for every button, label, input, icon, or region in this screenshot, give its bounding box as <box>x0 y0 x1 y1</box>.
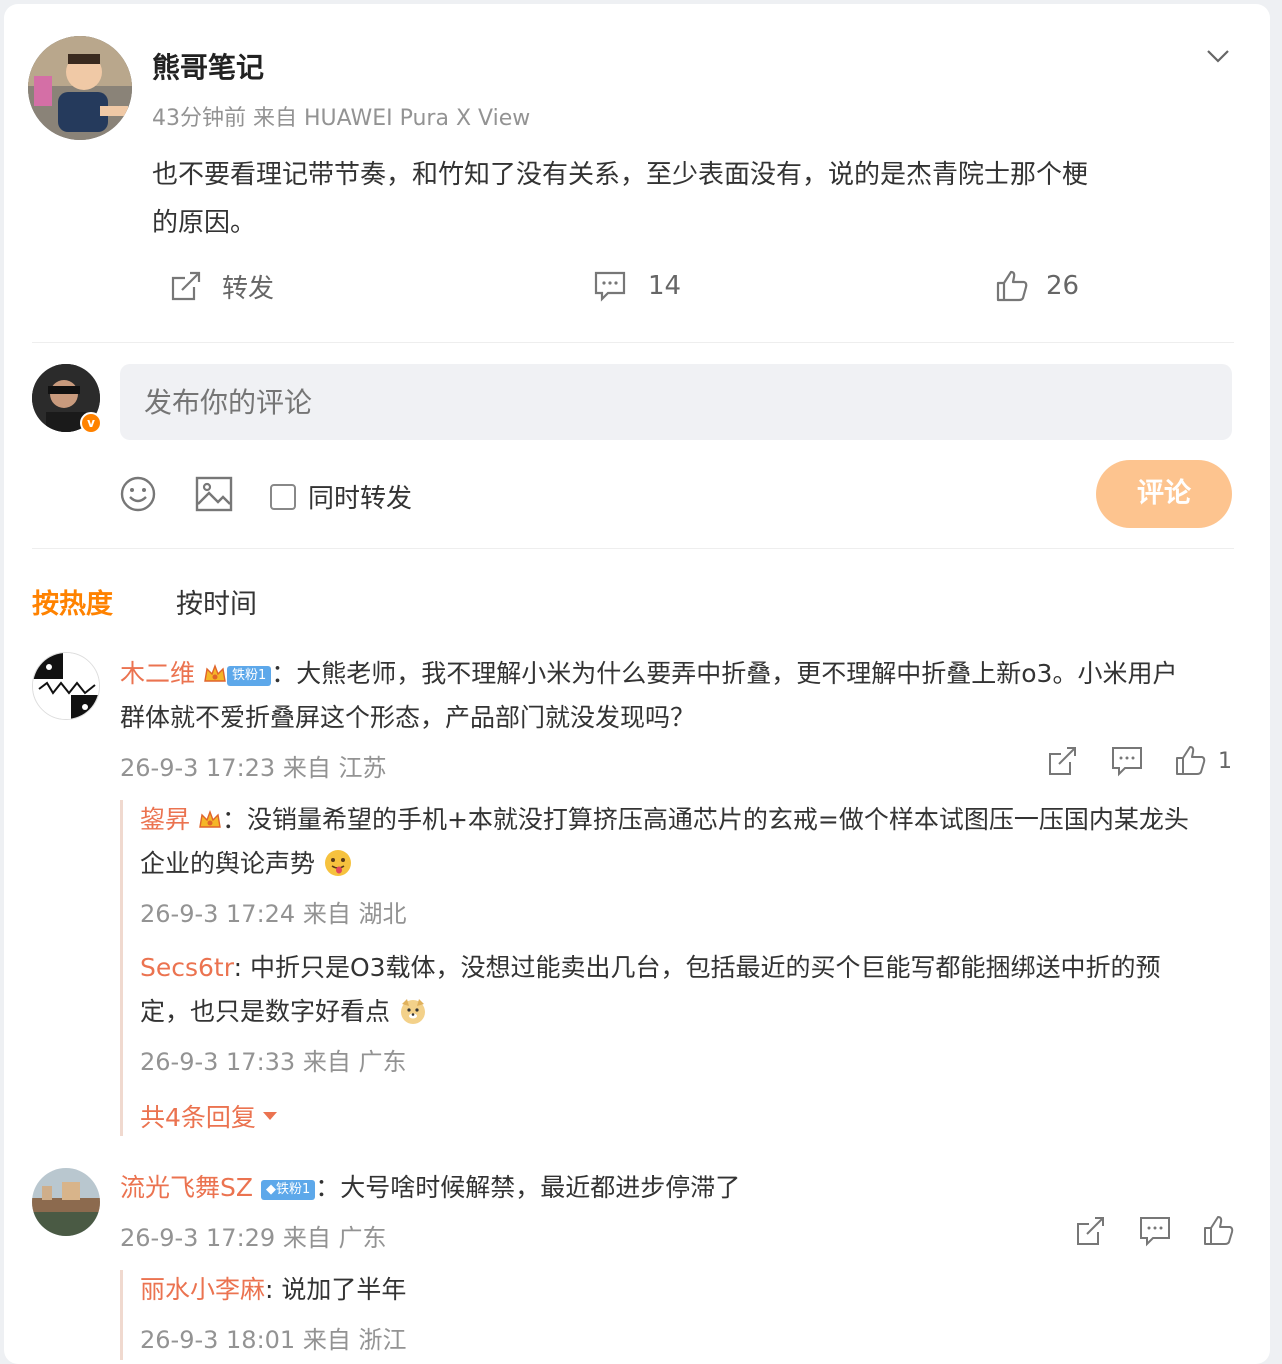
replier-name[interactable]: 鋆昇 <box>140 805 190 834</box>
reply-text-line1: ：没销量希望的手机+本就没打算挤压高通芯片的玄戒=做个样本试图压一压国内某龙头 <box>221 805 1189 834</box>
replier-name[interactable]: Secs6tr <box>140 953 234 982</box>
author-avatar[interactable] <box>28 36 132 140</box>
replier-name[interactable]: 丽水小李麻 <box>140 1275 265 1304</box>
reply-text-line2-wrap: 企业的舆论声势 <box>140 844 353 890</box>
comment-text-line1: ：大熊老师，我不理解小米为什么要弄中折叠，更不理解中折叠上新o3。小米用户 <box>271 659 1178 688</box>
crown-icon <box>203 657 227 682</box>
repost-label: 转发 <box>222 273 275 304</box>
commenter-avatar[interactable] <box>32 1168 100 1236</box>
reply-text-line2: 企业的舆论声势 <box>140 849 316 878</box>
post-text-line1: 也不要看理记带节奏，和竹知了没有关系，至少表面没有，说的是杰青院士那个梗 <box>152 160 1089 190</box>
comment-like-button[interactable]: 1 <box>1174 744 1232 778</box>
commenter-name[interactable]: 流光飞舞SZ <box>120 1173 253 1202</box>
reply-meta: 26-9-3 18:01 来自 浙江 <box>140 1326 407 1354</box>
comment-icon <box>592 268 628 304</box>
share-icon[interactable] <box>1074 1214 1108 1248</box>
repost-icon <box>168 268 204 304</box>
reply-icon[interactable] <box>1110 744 1144 778</box>
submit-comment-button[interactable]: 评论 <box>1096 460 1232 528</box>
thumbs-up-icon <box>1174 744 1208 778</box>
comment-text-line1: ：大号啥时候解禁，最近都进步停滞了 <box>315 1173 741 1202</box>
comment-text-line2: 群体就不爱折叠屏这个形态，产品部门就没发现吗？ <box>120 703 696 732</box>
emoji-icon[interactable] <box>118 474 158 514</box>
tab-sort-hot[interactable]: 按热度 <box>32 582 113 621</box>
more-replies-link[interactable]: 共4条回复 <box>140 1098 278 1134</box>
divider <box>32 342 1234 343</box>
reply-text-line1: : 说加了半年 <box>265 1275 407 1304</box>
fan-badge-label: 铁粉1 <box>275 1182 311 1197</box>
commenter-avatar[interactable] <box>32 652 100 720</box>
reply-text-line2-wrap: 定，也只是数字好看点 <box>140 992 428 1038</box>
like-button[interactable]: 26 <box>994 266 1079 306</box>
fan-badge: 铁粉1 <box>226 666 272 686</box>
comment-body: 流光飞舞SZ ◆铁粉1 ：大号啥时候解禁，最近都进步停滞了 <box>120 1168 740 1208</box>
commenter-name[interactable]: 木二维 <box>120 659 195 688</box>
like-count: 26 <box>1046 271 1080 301</box>
comment-count: 14 <box>648 271 682 301</box>
crown-icon <box>198 803 222 828</box>
post-card: 熊哥笔记 43分钟前 来自 HUAWEI Pura X View 也不要看理记带… <box>4 4 1270 1364</box>
chevron-down-icon[interactable] <box>1204 42 1232 70</box>
reply-thread-bar <box>120 800 123 1136</box>
more-replies-label: 共4条回复 <box>140 1103 256 1132</box>
also-repost-checkbox[interactable]: 同时转发 <box>270 478 412 515</box>
reply-body: 丽水小李麻: 说加了半年 <box>140 1270 406 1310</box>
divider <box>32 548 1234 549</box>
comment-input[interactable] <box>120 364 1232 440</box>
doge-emoji-icon <box>398 996 428 1038</box>
reply-meta: 26-9-3 17:33 来自 广东 <box>140 1048 407 1076</box>
reply-text-line2: 定，也只是数字好看点 <box>140 997 391 1026</box>
reply-icon[interactable] <box>1138 1214 1172 1248</box>
post-text-line2: 的原因。 <box>152 208 257 238</box>
comment-button[interactable]: 14 <box>592 266 681 306</box>
comment-like-count: 1 <box>1218 748 1232 774</box>
diamond-icon: ◆ <box>265 1182 276 1197</box>
reply-thread-bar <box>120 1270 123 1360</box>
checkbox-icon <box>270 483 296 510</box>
author-name[interactable]: 熊哥笔记 <box>152 46 264 86</box>
tab-sort-time[interactable]: 按时间 <box>176 582 257 621</box>
comment-body: 木二维 铁粉1 ：大熊老师，我不理解小米为什么要弄中折叠，更不理解中折叠上新o3。… <box>120 654 1177 694</box>
repost-button[interactable]: 转发 <box>168 266 274 306</box>
thumbs-up-icon[interactable] <box>1202 1214 1236 1248</box>
reply-body: 鋆昇 ：没销量希望的手机+本就没打算挤压高通芯片的玄戒=做个样本试图压一压国内某… <box>140 800 1189 840</box>
caret-down-icon <box>262 1110 278 1122</box>
verified-badge-icon: v <box>80 412 102 434</box>
image-icon[interactable] <box>194 474 234 514</box>
also-repost-label: 同时转发 <box>308 484 413 514</box>
tongue-emoji-icon <box>323 848 353 890</box>
fan-badge: ◆铁粉1 <box>260 1180 316 1200</box>
thumbs-up-icon <box>994 268 1030 304</box>
post-meta: 43分钟前 来自 HUAWEI Pura X View <box>152 106 531 131</box>
reply-text-line1: : 中折只是O3载体，没想过能卖出几台，包括最近的买个巨能写都能捆绑送中折的预 <box>233 953 1161 982</box>
comment-meta: 26-9-3 17:29 来自 广东 <box>120 1224 387 1252</box>
reply-body: Secs6tr: 中折只是O3载体，没想过能卖出几台，包括最近的买个巨能写都能捆… <box>140 948 1161 988</box>
share-icon[interactable] <box>1046 744 1080 778</box>
comment-meta: 26-9-3 17:23 来自 江苏 <box>120 754 387 782</box>
reply-meta: 26-9-3 17:24 来自 湖北 <box>140 900 407 928</box>
